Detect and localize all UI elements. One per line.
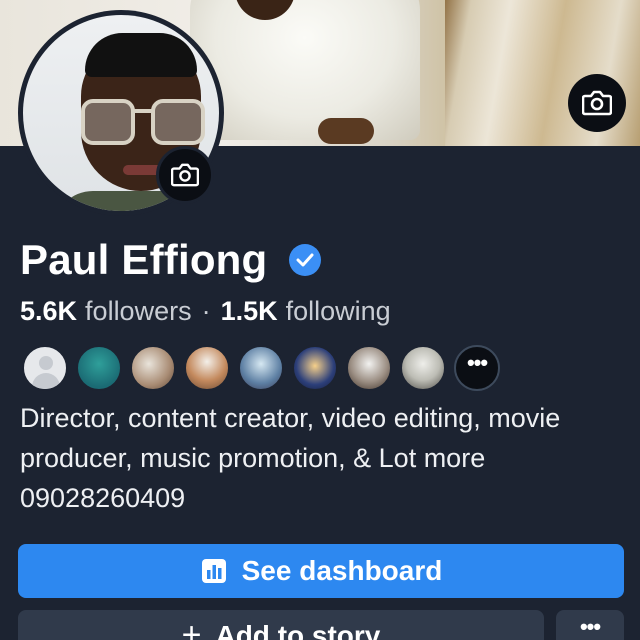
camera-icon — [171, 163, 199, 187]
camera-icon — [582, 90, 612, 116]
following-label[interactable]: following — [286, 296, 391, 327]
cover-photo-subject — [190, 0, 420, 140]
profile-name-row: Paul Effiong — [20, 234, 322, 286]
friend-avatar[interactable] — [130, 345, 176, 391]
edit-cover-photo-button[interactable] — [568, 74, 626, 132]
cover-photo-hand — [318, 118, 374, 144]
stats-separator: · — [201, 296, 211, 326]
add-to-story-label: Add to story — [215, 620, 381, 640]
follow-stats: 5.6K followers · 1.5K following — [20, 296, 391, 327]
more-dots-icon: ••• — [579, 614, 601, 639]
followers-label[interactable]: followers — [85, 296, 192, 327]
friend-avatars: ••• — [22, 345, 500, 391]
profile-name: Paul Effiong — [20, 236, 268, 283]
profile-bio: Director, content creator, video editing… — [20, 403, 561, 513]
followers-count[interactable]: 5.6K — [20, 296, 77, 327]
friend-avatar[interactable] — [22, 345, 68, 391]
friend-avatar[interactable] — [238, 345, 284, 391]
see-dashboard-button[interactable]: See dashboard — [18, 544, 624, 598]
friend-avatar[interactable] — [400, 345, 446, 391]
profile-more-button[interactable]: ••• — [556, 610, 624, 640]
checkmark-icon — [296, 253, 314, 267]
avatar-hair — [85, 33, 197, 77]
following-count[interactable]: 1.5K — [221, 296, 278, 327]
friend-avatar[interactable] — [346, 345, 392, 391]
edit-profile-picture-button[interactable] — [156, 146, 214, 204]
more-friends-button[interactable]: ••• — [454, 345, 500, 391]
avatar-glasses — [81, 99, 205, 147]
plus-icon: + — [181, 616, 202, 640]
more-dots-icon: ••• — [466, 350, 488, 375]
friend-avatar[interactable] — [292, 345, 338, 391]
dashboard-icon — [201, 559, 226, 583]
see-dashboard-label: See dashboard — [241, 555, 443, 586]
friend-avatar[interactable] — [76, 345, 122, 391]
friend-avatar[interactable] — [184, 345, 230, 391]
verified-badge-icon[interactable] — [289, 244, 322, 276]
add-to-story-button[interactable]: + Add to story — [18, 610, 544, 640]
